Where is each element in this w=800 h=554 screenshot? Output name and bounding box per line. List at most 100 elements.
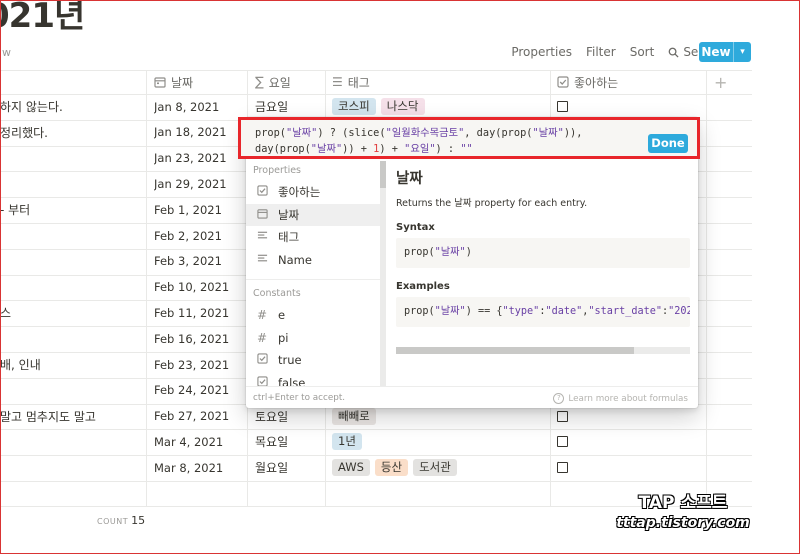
tag-badge[interactable]: 도서관 bbox=[413, 459, 457, 477]
table-row[interactable]: Mar 4, 2021 목요일 1년 bbox=[0, 429, 752, 455]
code-token: prop( bbox=[255, 127, 286, 139]
column-header-date[interactable]: 날짜 bbox=[154, 70, 193, 94]
table-row[interactable]: 하지 않는다. Jan 8, 2021 금요일 코스피 나스닥 bbox=[0, 94, 752, 120]
checkbox[interactable] bbox=[557, 101, 568, 112]
code-token: "일월화수목금토" bbox=[385, 127, 465, 139]
list-scrollbar[interactable] bbox=[380, 161, 386, 386]
table-row[interactable]: Mar 8, 2021 월요일 AWS 등산 도서관 bbox=[0, 455, 752, 481]
code-token: "type" bbox=[502, 306, 540, 317]
name-cell[interactable]: 하지 않는다. bbox=[0, 94, 146, 119]
tag-badge[interactable]: 등산 bbox=[374, 459, 409, 477]
column-header-tags[interactable]: ☰ 태그 bbox=[332, 70, 370, 94]
date-cell[interactable]: Jan 18, 2021 bbox=[154, 120, 244, 145]
date-cell[interactable]: Feb 2, 2021 bbox=[154, 223, 244, 248]
count-label: COUNT bbox=[97, 517, 129, 526]
row-divider bbox=[0, 481, 752, 482]
name-cell[interactable]: 스 bbox=[0, 300, 146, 325]
hash-icon: # bbox=[256, 308, 268, 323]
add-column-button[interactable]: + bbox=[714, 70, 727, 94]
reference-item[interactable]: 태그 bbox=[246, 226, 380, 249]
reference-item[interactable]: true bbox=[246, 349, 380, 372]
tag-badge[interactable]: 1년 bbox=[332, 433, 362, 451]
checkbox-icon bbox=[256, 376, 268, 386]
name-cell[interactable]: 말고 멈추지도 말고 bbox=[0, 404, 146, 429]
properties-button[interactable]: Properties bbox=[511, 45, 572, 59]
column-header-like[interactable]: 좋아하는 bbox=[557, 70, 618, 94]
example-code: prop("날짜") == {"type":"date","start_date… bbox=[396, 297, 690, 327]
date-cell[interactable]: Feb 1, 2021 bbox=[154, 197, 244, 222]
tags-cell[interactable]: AWS 등산 도서관 bbox=[332, 455, 548, 480]
date-cell[interactable]: Feb 23, 2021 bbox=[154, 352, 244, 377]
code-token: "날짜" bbox=[310, 142, 343, 155]
date-cell[interactable]: Jan 23, 2021 bbox=[154, 146, 244, 171]
reference-item[interactable]: 좋아하는 bbox=[246, 181, 380, 204]
scrollbar-thumb[interactable] bbox=[396, 347, 634, 354]
like-cell[interactable] bbox=[557, 429, 577, 454]
tags-cell[interactable]: 코스피 나스닥 bbox=[332, 94, 548, 119]
name-cell[interactable] bbox=[0, 429, 146, 454]
date-cell[interactable]: Jan 8, 2021 bbox=[154, 94, 244, 119]
date-cell[interactable]: Feb 24, 2021 bbox=[154, 378, 244, 403]
day-cell: 금요일 bbox=[255, 100, 289, 114]
date-cell[interactable]: Feb 3, 2021 bbox=[154, 249, 244, 274]
name-cell[interactable]: 정리했다. bbox=[0, 120, 146, 145]
like-cell[interactable] bbox=[557, 94, 577, 119]
filter-button[interactable]: Filter bbox=[586, 45, 616, 59]
formula-editor[interactable]: prop("날짜") ? (slice("일월화수목금토", day(prop(… bbox=[238, 117, 700, 159]
formula-input[interactable]: prop("날짜") ? (slice("일월화수목금토", day(prop(… bbox=[255, 126, 582, 157]
like-cell[interactable] bbox=[557, 455, 577, 480]
tag-badge[interactable]: 빼빼로 bbox=[332, 407, 376, 425]
checkbox[interactable] bbox=[557, 462, 568, 474]
view-tab[interactable]: w bbox=[2, 46, 11, 59]
date-cell[interactable]: Feb 11, 2021 bbox=[154, 300, 244, 325]
name-cell[interactable] bbox=[0, 146, 146, 171]
reference-item[interactable]: # e bbox=[246, 304, 380, 327]
done-button[interactable]: Done bbox=[648, 134, 688, 153]
tag-badge[interactable]: 나스닥 bbox=[380, 98, 425, 115]
detail-title: 날짜 bbox=[396, 171, 423, 187]
name-cell[interactable] bbox=[0, 326, 146, 351]
tag-badge[interactable]: 코스피 bbox=[332, 98, 376, 115]
text-icon bbox=[256, 230, 268, 244]
day-cell: 목요일 bbox=[255, 435, 289, 450]
name-cell[interactable] bbox=[0, 249, 146, 274]
date-cell[interactable]: Feb 16, 2021 bbox=[154, 326, 244, 351]
learn-more-link[interactable]: ? Learn more about formulas bbox=[553, 393, 688, 404]
name-cell[interactable] bbox=[0, 455, 146, 480]
name-cell[interactable] bbox=[0, 275, 146, 300]
tags-cell[interactable]: 1년 bbox=[332, 429, 548, 454]
column-header-day[interactable]: ∑ 요일 bbox=[255, 70, 291, 94]
date-cell[interactable]: Feb 27, 2021 bbox=[154, 404, 244, 429]
name-cell[interactable] bbox=[0, 378, 146, 403]
name-cell[interactable] bbox=[0, 171, 146, 196]
code-token: day(prop( bbox=[255, 142, 311, 155]
formula-reference-list[interactable]: Properties 좋아하는 날짜 태그 Name Constants # e # pi t… bbox=[246, 161, 380, 386]
formula-popup: Properties 좋아하는 날짜 태그 Name Constants # e # pi t… bbox=[246, 117, 698, 408]
watermark-line2: tttap.tistory.com bbox=[616, 515, 750, 531]
reference-item[interactable]: 날짜 bbox=[246, 203, 380, 226]
new-button[interactable]: New ▾ bbox=[699, 42, 751, 62]
example-scrollbar[interactable] bbox=[396, 347, 690, 354]
column-header-label: 좋아하는 bbox=[574, 75, 619, 90]
reference-item[interactable]: # pi bbox=[246, 327, 380, 350]
code-token: "날짜" bbox=[532, 127, 564, 139]
text-icon bbox=[256, 253, 268, 267]
date-cell[interactable]: Mar 4, 2021 bbox=[154, 429, 244, 454]
code-token: ) ? (slice( bbox=[317, 127, 386, 139]
page-title: 021년 bbox=[0, 0, 85, 36]
reference-item[interactable]: Name bbox=[246, 249, 380, 272]
reference-item[interactable]: false bbox=[246, 372, 380, 386]
tag-badge[interactable]: AWS bbox=[332, 459, 370, 477]
checkbox[interactable] bbox=[557, 410, 568, 422]
sort-button[interactable]: Sort bbox=[630, 45, 655, 59]
scrollbar-thumb[interactable] bbox=[380, 161, 386, 188]
chevron-down-icon[interactable]: ▾ bbox=[734, 47, 751, 57]
date-cell[interactable]: Mar 8, 2021 bbox=[154, 455, 244, 480]
name-cell[interactable]: - 부터 bbox=[0, 197, 146, 222]
date-cell[interactable]: Jan 29, 2021 bbox=[154, 171, 244, 196]
checkbox[interactable] bbox=[557, 436, 568, 448]
name-cell[interactable]: 배, 인내 bbox=[0, 352, 146, 377]
date-cell[interactable]: Feb 10, 2021 bbox=[154, 275, 244, 300]
learn-more-label: Learn more about formulas bbox=[568, 393, 688, 404]
name-cell[interactable] bbox=[0, 223, 146, 248]
